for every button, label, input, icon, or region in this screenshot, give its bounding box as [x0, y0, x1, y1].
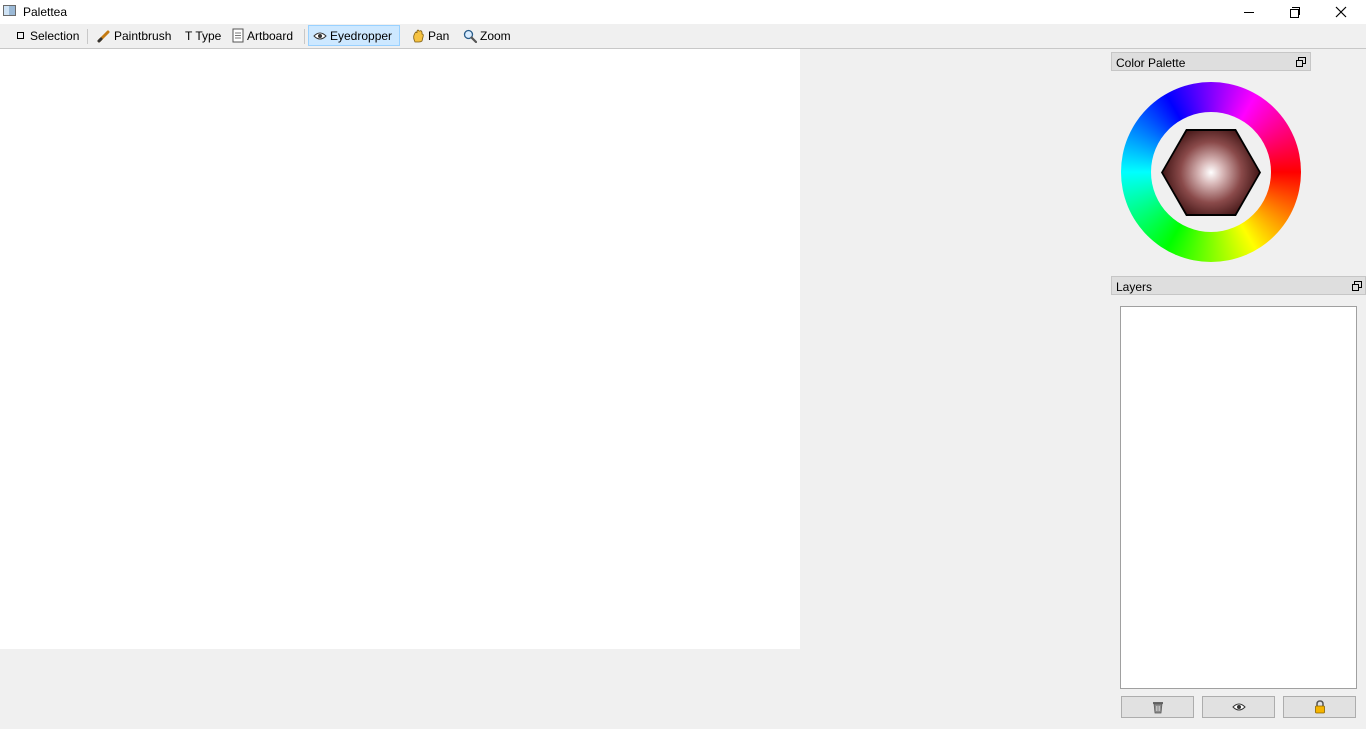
toolbar-separator	[304, 29, 305, 44]
app-icon	[3, 5, 16, 16]
toolbar-separator	[87, 29, 88, 44]
title-bar: Palettea	[0, 0, 1366, 24]
color-palette-header[interactable]: Color Palette	[1111, 52, 1311, 71]
toolbar: Selection Paintbrush T Type Artboard Eye…	[0, 24, 1366, 49]
tool-label-zoom: Zoom	[480, 28, 511, 43]
tool-label-paintbrush: Paintbrush	[114, 28, 172, 43]
layers-header[interactable]: Layers	[1111, 276, 1366, 295]
float-dock-icon[interactable]	[1296, 57, 1306, 67]
color-palette-title: Color Palette	[1116, 56, 1186, 70]
float-dock-icon[interactable]	[1352, 281, 1362, 291]
hand-icon	[413, 29, 424, 42]
tool-label-pan: Pan	[428, 28, 450, 43]
tool-label-eyedropper: Eyedropper	[330, 28, 393, 43]
close-icon	[1335, 6, 1347, 18]
minimize-icon	[1244, 11, 1254, 13]
eye-icon	[1231, 703, 1246, 711]
delete-layer-button[interactable]	[1121, 696, 1194, 718]
close-button[interactable]	[1318, 0, 1364, 24]
type-t-icon: T	[185, 28, 193, 43]
minimize-button[interactable]	[1226, 0, 1272, 24]
tool-artboard[interactable]: Artboard	[228, 25, 297, 46]
tool-zoom[interactable]: Zoom	[459, 25, 515, 46]
paintbrush-icon	[97, 30, 110, 42]
tool-label-selection: Selection	[30, 28, 80, 43]
artboard-canvas[interactable]	[0, 49, 800, 649]
tool-paintbrush[interactable]: Paintbrush	[93, 25, 175, 46]
tool-pan[interactable]: Pan	[408, 25, 453, 46]
magnifier-icon	[463, 29, 477, 43]
eye-icon	[313, 32, 327, 39]
tool-label-type: Type	[195, 28, 222, 43]
toggle-layer-visibility-button[interactable]	[1202, 696, 1275, 718]
selection-square-icon	[17, 32, 24, 39]
maximize-button[interactable]	[1272, 0, 1318, 24]
trash-icon	[1152, 702, 1163, 714]
restore-icon	[1290, 7, 1300, 18]
lock-layer-button[interactable]	[1283, 696, 1356, 718]
tool-eyedropper[interactable]: Eyedropper	[308, 25, 400, 46]
window-title: Palettea	[23, 5, 68, 19]
layers-title: Layers	[1116, 280, 1153, 294]
tool-selection[interactable]: Selection	[13, 25, 83, 46]
tool-type[interactable]: T Type	[181, 25, 225, 46]
tool-label-artboard: Artboard	[247, 28, 294, 43]
layers-list[interactable]	[1120, 306, 1357, 689]
artboard-document-icon	[232, 28, 244, 43]
lock-icon	[1314, 700, 1325, 714]
